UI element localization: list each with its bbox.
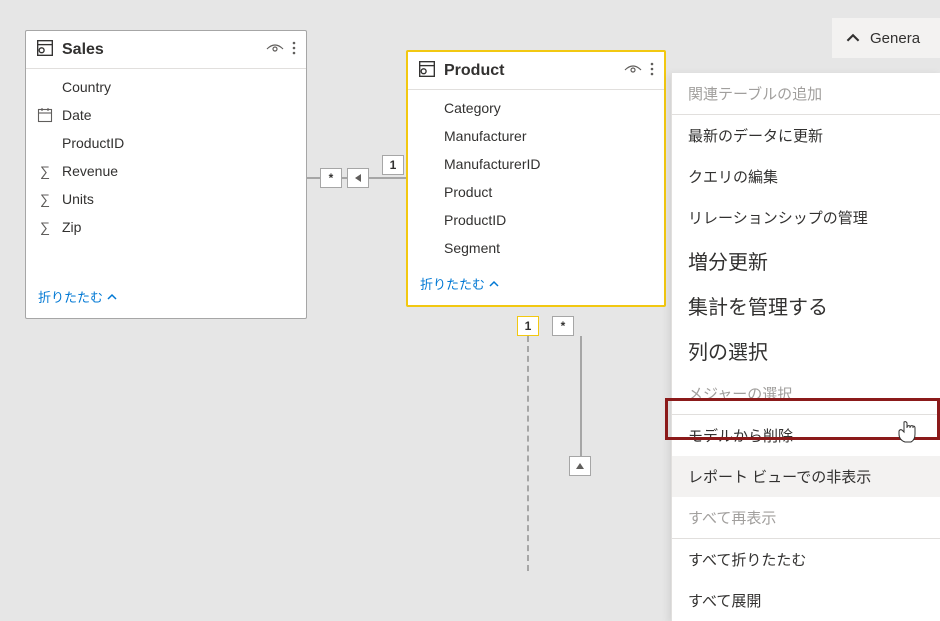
- field-row[interactable]: Date: [26, 101, 306, 129]
- sigma-icon: ∑: [36, 219, 54, 235]
- table-title: Product: [444, 62, 616, 80]
- field-row[interactable]: ∑ Units: [26, 185, 306, 213]
- cardinality-many: *: [320, 168, 342, 188]
- relationship-line[interactable]: [527, 336, 529, 571]
- field-name: Segment: [444, 240, 654, 256]
- field-name: ProductID: [444, 212, 654, 228]
- chevron-up-icon: [846, 31, 860, 45]
- table-header: Sales: [26, 31, 306, 69]
- ctx-collapse-all[interactable]: すべて折りたたむ: [672, 539, 940, 580]
- field-name: Revenue: [62, 163, 296, 179]
- table-icon: [418, 60, 436, 81]
- cardinality-one: 1: [517, 316, 539, 336]
- visibility-icon[interactable]: [266, 42, 284, 58]
- ctx-add-related-tables: 関連テーブルの追加: [672, 73, 940, 114]
- field-name: Manufacturer: [444, 128, 654, 144]
- field-row[interactable]: ∑ Zip: [26, 213, 306, 241]
- table-card-product[interactable]: Product Category Manufacturer Manufactur…: [406, 50, 666, 307]
- more-icon[interactable]: [292, 41, 296, 58]
- table-header: Product: [408, 52, 664, 90]
- field-row[interactable]: Country: [26, 73, 306, 101]
- ctx-unhide-all: すべて再表示: [672, 497, 940, 538]
- ctx-manage-aggregations[interactable]: 集計を管理する: [672, 283, 940, 328]
- field-name: Country: [62, 79, 296, 95]
- filter-direction-icon: [569, 456, 591, 476]
- collapse-link[interactable]: 折りたたむ: [408, 266, 664, 305]
- ctx-manage-relationships[interactable]: リレーションシップの管理: [672, 197, 940, 238]
- more-icon[interactable]: [650, 62, 654, 79]
- ctx-expand-all[interactable]: すべて展開: [672, 580, 940, 621]
- date-icon: [36, 107, 54, 123]
- ctx-select-columns[interactable]: 列の選択: [672, 328, 940, 373]
- table-title: Sales: [62, 41, 258, 59]
- field-row[interactable]: Segment: [408, 234, 664, 262]
- ctx-hide-in-report-view[interactable]: レポート ビューでの非表示: [672, 456, 940, 497]
- field-name: Product: [444, 184, 654, 200]
- field-name: Units: [62, 191, 296, 207]
- collapse-link[interactable]: 折りたたむ: [26, 279, 306, 318]
- context-menu: 関連テーブルの追加 最新のデータに更新 クエリの編集 リレーションシップの管理 …: [671, 73, 940, 621]
- ctx-incremental-refresh[interactable]: 増分更新: [672, 238, 940, 283]
- sigma-icon: ∑: [36, 191, 54, 207]
- collapse-label: 折りたたむ: [38, 287, 103, 306]
- field-name: Zip: [62, 219, 296, 235]
- collapse-label: 折りたたむ: [420, 274, 485, 293]
- ctx-select-measures: メジャーの選択: [672, 373, 940, 414]
- cardinality-one: 1: [382, 155, 404, 175]
- field-name: Date: [62, 107, 296, 123]
- ctx-refresh-data[interactable]: 最新のデータに更新: [672, 115, 940, 156]
- field-list: Country Date ProductID ∑ Revenue ∑ Units ∑…: [26, 69, 306, 245]
- field-row[interactable]: ProductID: [408, 206, 664, 234]
- field-name: ManufacturerID: [444, 156, 654, 172]
- field-row[interactable]: ∑ Revenue: [26, 157, 306, 185]
- sigma-icon: ∑: [36, 163, 54, 179]
- field-row[interactable]: Manufacturer: [408, 122, 664, 150]
- field-name: Category: [444, 100, 654, 116]
- table-icon: [36, 39, 54, 60]
- ctx-edit-query[interactable]: クエリの編集: [672, 156, 940, 197]
- field-row[interactable]: Category: [408, 94, 664, 122]
- table-card-sales[interactable]: Sales Country Date ProductID ∑ Revenue ∑ U…: [25, 30, 307, 319]
- ctx-delete-from-model[interactable]: モデルから削除: [672, 415, 940, 456]
- filter-direction-icon: [347, 168, 369, 188]
- visibility-icon[interactable]: [624, 63, 642, 79]
- field-row[interactable]: ManufacturerID: [408, 150, 664, 178]
- field-list: Category Manufacturer ManufacturerID Pro…: [408, 90, 664, 266]
- relationship-line[interactable]: [580, 336, 582, 464]
- inspector-header[interactable]: Genera: [832, 18, 940, 58]
- field-row[interactable]: ProductID: [26, 129, 306, 157]
- inspector-title: Genera: [870, 30, 920, 47]
- field-name: ProductID: [62, 135, 296, 151]
- field-row[interactable]: Product: [408, 178, 664, 206]
- cardinality-many: *: [552, 316, 574, 336]
